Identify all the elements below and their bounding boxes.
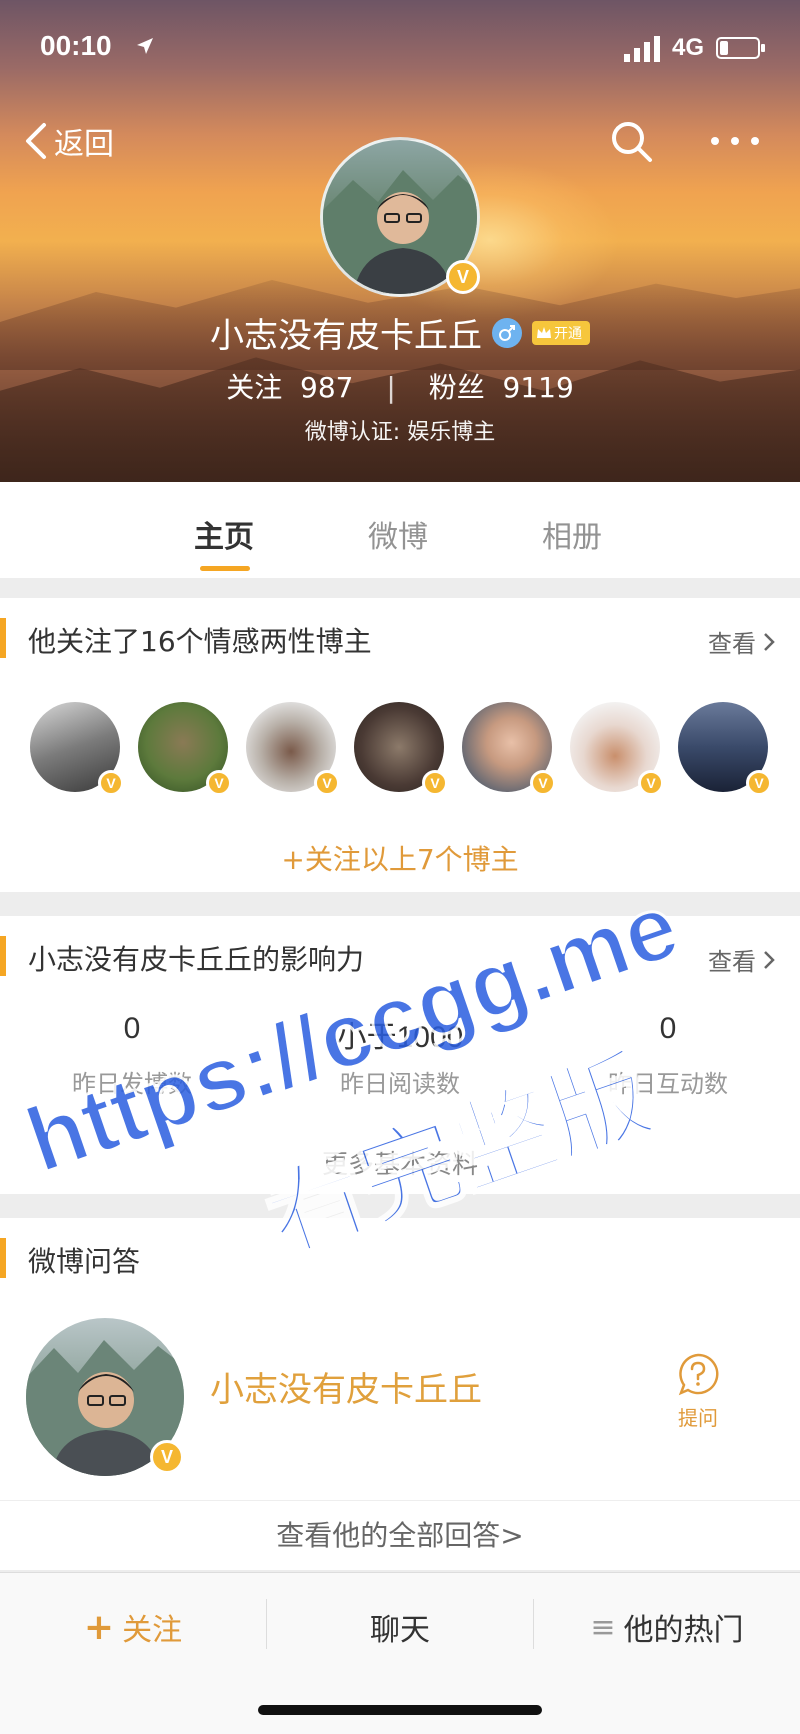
verified-badge-icon: V [746,770,772,796]
verified-badge-icon: V [530,770,556,796]
section-accent [0,936,6,976]
verified-badge-icon: V [150,1440,184,1474]
vip-badge[interactable]: 开通 [532,320,590,345]
influence-title: 小志没有皮卡丘丘的影响力 [28,943,365,976]
see-more-label: 查看 [708,948,756,976]
ask-question-button[interactable]: 提问 [668,1352,728,1431]
male-gender-icon [492,317,522,348]
follow-all-button[interactable]: +关注以上7个博主 [0,838,800,878]
status-time: 00:10 [40,30,112,61]
network-type: 4G [672,34,705,61]
verified-badge-icon: V [314,770,340,796]
search-icon[interactable] [606,116,656,166]
more-icon[interactable] [705,124,765,158]
active-tab-indicator [200,566,250,571]
follow-button[interactable]: + 关注 [0,1599,266,1655]
verification-info: 微博认证: 娱乐博主 [304,420,496,445]
chat-label: 聊天 [370,1613,430,1648]
all-answers-link[interactable]: 查看他的全部回答> [0,1500,800,1570]
chevron-right-icon [764,632,775,651]
location-arrow-icon [137,38,153,54]
chevron-right-icon [764,950,775,969]
hot-label: 他的热门 [623,1613,744,1648]
home-indicator[interactable] [258,1705,542,1715]
following-link[interactable]: 关注 987 [226,371,353,404]
ask-label: 提问 [678,1406,718,1430]
followed-bloggers-title: 他关注了16个情感两性博主 [28,625,372,658]
fans-count: 9119 [502,371,574,404]
chat-button[interactable]: 聊天 [267,1599,533,1655]
profile-header: 00:10 4G 返回 V 小志没有皮卡丘丘 开通 关注 987 | 粉丝 91… [0,0,800,482]
following-count: 987 [300,371,354,404]
qa-profile-name[interactable]: 小志没有皮卡丘丘 [210,1362,482,1411]
bottom-action-bar: + 关注 聊天 ≡ 他的热门 [0,1572,800,1734]
metric-value-reads: 小于1000 [336,1021,464,1054]
verified-badge-icon: V [446,260,480,294]
tab-home[interactable]: 主页 [194,512,254,556]
question-bubble-icon [678,1353,719,1396]
profile-name: 小志没有皮卡丘丘 [210,316,482,356]
follow-label: 关注 [122,1613,183,1648]
metric-label-posts: 昨日发博数 [72,1070,192,1098]
followed-see-more-link[interactable]: 查看 [708,624,776,659]
profile-tabs: 主页 微博 相册 [0,482,800,578]
verified-badge-icon: V [98,770,124,796]
metric-label-interactions: 昨日互动数 [608,1070,728,1098]
qa-title: 微博问答 [28,1245,141,1278]
tab-weibo[interactable]: 微博 [368,512,428,556]
fans-link[interactable]: 粉丝 9119 [429,371,574,404]
follow-stats: 关注 987 | 粉丝 9119 [0,366,800,406]
more-profile-info-link[interactable]: 更多基本资料 [0,1144,800,1181]
metric-value-interactions: 0 [659,1012,677,1045]
see-more-label: 查看 [708,630,756,658]
section-accent [0,618,6,658]
chevron-left-icon [26,123,46,159]
vip-label: 开通 [554,325,582,342]
section-accent [0,1238,6,1278]
plus-icon: + [83,1606,115,1648]
metric-label-reads: 昨日阅读数 [340,1070,460,1098]
list-icon: ≡ [590,1609,616,1645]
profile-name-row: 小志没有皮卡丘丘 开通 [0,308,800,357]
back-label: 返回 [54,127,114,162]
crown-icon [537,326,551,338]
battery-icon [716,37,765,59]
influence-see-more-link[interactable]: 查看 [708,942,776,977]
signal-icon [624,36,660,62]
stats-separator: | [386,371,396,404]
status-bar: 00:10 4G [0,0,800,100]
verified-badge-icon: V [206,770,232,796]
verified-badge-icon: V [422,770,448,796]
hot-posts-button[interactable]: ≡ 他的热门 [534,1599,800,1655]
following-label: 关注 [226,371,283,404]
tab-album[interactable]: 相册 [542,512,602,556]
fans-label: 粉丝 [428,371,485,404]
verified-badge-icon: V [638,770,664,796]
back-button[interactable]: 返回 [22,116,114,166]
metric-value-posts: 0 [123,1012,141,1045]
